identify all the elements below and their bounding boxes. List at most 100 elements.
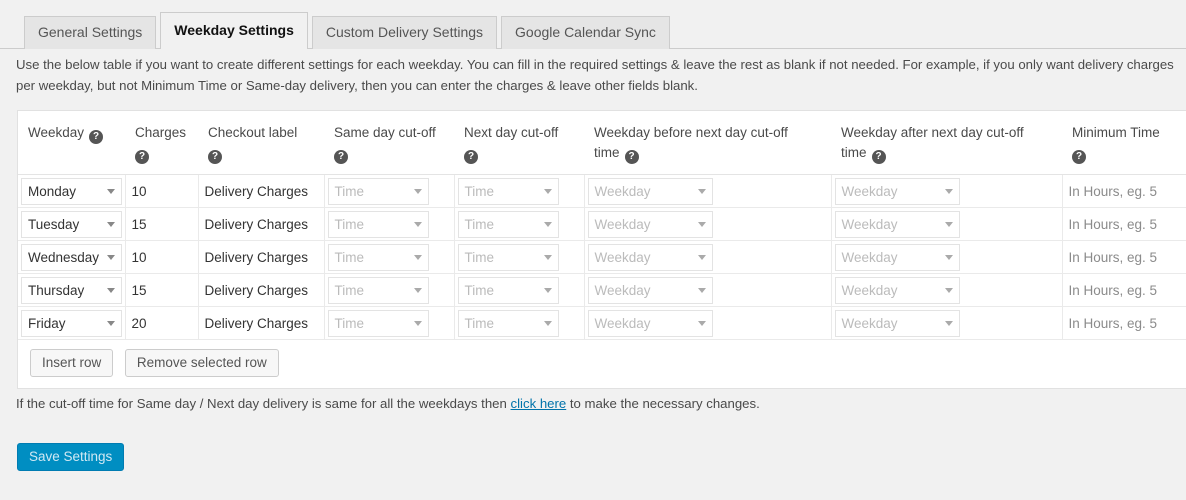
minimum-time-input[interactable]: In Hours, eg. 5 xyxy=(1062,241,1186,273)
weekday-before-select[interactable]: Weekday xyxy=(587,276,713,304)
help-icon-weekday-before[interactable]: ? xyxy=(624,150,639,164)
help-icon-charges[interactable]: ? xyxy=(135,150,149,164)
next-day-cutoff-select[interactable]: Time xyxy=(457,210,559,238)
help-icon-checkout-label[interactable]: ? xyxy=(208,150,222,164)
chevron-down-icon xyxy=(413,222,422,227)
next-day-cutoff-select[interactable]: Time xyxy=(457,243,559,271)
weekday-before-value: Weekday xyxy=(594,183,651,199)
table-header-row: Weekday? Charges? Checkout label? Same d… xyxy=(18,111,1186,175)
column-header-same-day-cutoff-label: Same day cut-off xyxy=(334,125,436,140)
weekday-before-value: Weekday xyxy=(594,249,651,265)
cell-next-day-cutoff: Time xyxy=(454,306,585,340)
table-row: Friday 20 Delivery Charges Time Time Weekday W… xyxy=(18,306,1186,340)
help-icon-minimum-time[interactable]: ? xyxy=(1072,150,1086,164)
cell-charges: 15 xyxy=(125,273,199,307)
tab-weekday-settings[interactable]: Weekday Settings xyxy=(160,12,308,49)
charges-input[interactable]: 10 xyxy=(125,175,198,207)
cutoff-note-after: to make the necessary changes. xyxy=(566,396,760,411)
weekday-after-select[interactable]: Weekday xyxy=(834,177,960,205)
charges-input[interactable]: 15 xyxy=(125,274,198,306)
tab-general-settings[interactable]: General Settings xyxy=(24,16,157,49)
checkout-label-input[interactable]: Delivery Charges xyxy=(198,175,324,207)
cell-weekday: Wednesday xyxy=(18,240,126,274)
weekday-select[interactable]: Friday xyxy=(21,309,122,337)
same-day-cutoff-select[interactable]: Time xyxy=(327,276,429,304)
weekday-before-select[interactable]: Weekday xyxy=(587,177,713,205)
next-day-cutoff-select[interactable]: Time xyxy=(457,276,559,304)
checkout-label-input[interactable]: Delivery Charges xyxy=(198,241,324,273)
chevron-down-icon xyxy=(944,189,953,194)
same-day-cutoff-select[interactable]: Time xyxy=(327,177,429,205)
cell-weekday: Friday xyxy=(18,306,126,340)
cell-minimum-time: In Hours, eg. 5 xyxy=(1062,240,1186,274)
help-icon-next-day-cutoff[interactable]: ? xyxy=(464,150,478,164)
weekday-select[interactable]: Tuesday xyxy=(21,210,122,238)
chevron-down-icon xyxy=(543,321,552,326)
weekday-after-select[interactable]: Weekday xyxy=(834,210,960,238)
column-header-weekday-after-label: Weekday after next day cut-off time xyxy=(841,125,1024,160)
remove-selected-row-button[interactable]: Remove selected row xyxy=(124,349,279,377)
cell-weekday: Thursday xyxy=(18,273,126,307)
chevron-down-icon xyxy=(543,189,552,194)
row-action-bar: Insert row Remove selected row xyxy=(18,340,1186,388)
weekday-select[interactable]: Monday xyxy=(21,177,122,205)
next-day-cutoff-select[interactable]: Time xyxy=(457,309,559,337)
cell-weekday: Monday xyxy=(18,174,126,208)
column-header-charges-label: Charges xyxy=(135,125,187,140)
weekday-before-select[interactable]: Weekday xyxy=(587,210,713,238)
help-icon-same-day-cutoff[interactable]: ? xyxy=(334,150,348,164)
chevron-down-icon xyxy=(413,288,422,293)
checkout-label-input[interactable]: Delivery Charges xyxy=(198,208,324,240)
weekday-before-value: Weekday xyxy=(594,216,651,232)
weekday-after-select[interactable]: Weekday xyxy=(834,276,960,304)
cell-checkout-label: Delivery Charges xyxy=(198,273,325,307)
same-day-cutoff-select[interactable]: Time xyxy=(327,210,429,238)
weekday-before-select[interactable]: Weekday xyxy=(587,309,713,337)
chevron-down-icon xyxy=(106,189,115,194)
chevron-down-icon xyxy=(106,321,115,326)
cell-minimum-time: In Hours, eg. 5 xyxy=(1062,207,1186,241)
checkout-label-input[interactable]: Delivery Charges xyxy=(198,307,324,339)
tab-google-calendar-sync[interactable]: Google Calendar Sync xyxy=(501,16,670,49)
chevron-down-icon xyxy=(697,288,706,293)
save-settings-button[interactable]: Save Settings xyxy=(17,443,125,471)
click-here-link[interactable]: click here xyxy=(511,396,567,411)
cell-same-day-cutoff: Time xyxy=(324,306,455,340)
same-day-cutoff-select[interactable]: Time xyxy=(327,243,429,271)
chevron-down-icon xyxy=(413,255,422,260)
chevron-down-icon xyxy=(944,255,953,260)
checkout-label-input[interactable]: Delivery Charges xyxy=(198,274,324,306)
weekday-select-value: Wednesday xyxy=(28,249,100,265)
table-row: Monday 10 Delivery Charges Time Time Weekday W… xyxy=(18,174,1186,208)
tab-custom-delivery-settings[interactable]: Custom Delivery Settings xyxy=(311,16,498,49)
minimum-time-input[interactable]: In Hours, eg. 5 xyxy=(1062,274,1186,306)
cutoff-note: If the cut-off time for Same day / Next … xyxy=(16,396,760,411)
help-icon-weekday-after[interactable]: ? xyxy=(871,150,886,164)
weekday-after-select[interactable]: Weekday xyxy=(834,243,960,271)
weekday-before-select[interactable]: Weekday xyxy=(587,243,713,271)
minimum-time-input[interactable]: In Hours, eg. 5 xyxy=(1062,307,1186,339)
cell-weekday-before: Weekday xyxy=(584,207,832,241)
chevron-down-icon xyxy=(413,189,422,194)
same-day-cutoff-select[interactable]: Time xyxy=(327,309,429,337)
weekday-after-select[interactable]: Weekday xyxy=(834,309,960,337)
charges-input[interactable]: 20 xyxy=(125,307,198,339)
weekday-after-value: Weekday xyxy=(841,183,898,199)
minimum-time-input[interactable]: In Hours, eg. 5 xyxy=(1062,175,1186,207)
chevron-down-icon xyxy=(697,255,706,260)
cell-charges: 10 xyxy=(125,240,199,274)
help-icon-weekday[interactable]: ? xyxy=(89,130,104,144)
minimum-time-input[interactable]: In Hours, eg. 5 xyxy=(1062,208,1186,240)
charges-input[interactable]: 15 xyxy=(125,208,198,240)
table-row: Tuesday 15 Delivery Charges Time Time Weekday… xyxy=(18,207,1186,241)
charges-input[interactable]: 10 xyxy=(125,241,198,273)
weekday-select[interactable]: Thursday xyxy=(21,276,122,304)
next-day-cutoff-select[interactable]: Time xyxy=(457,177,559,205)
intro-description: Use the below table if you want to creat… xyxy=(16,57,1174,93)
weekday-select[interactable]: Wednesday xyxy=(21,243,122,271)
chevron-down-icon xyxy=(944,321,953,326)
same-day-cutoff-value: Time xyxy=(334,183,365,199)
cell-charges: 10 xyxy=(125,174,199,208)
weekday-select-value: Friday xyxy=(28,315,66,331)
insert-row-button[interactable]: Insert row xyxy=(30,349,114,377)
